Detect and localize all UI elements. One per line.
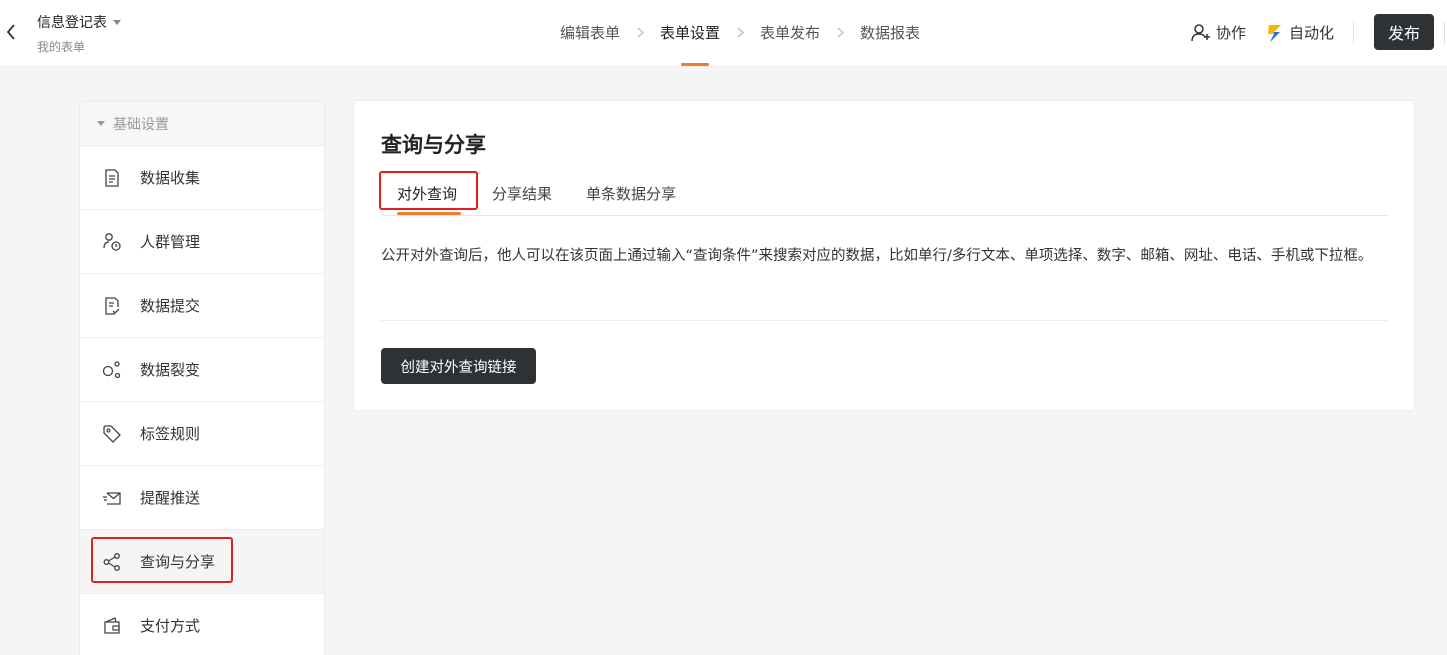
step-form-settings[interactable]: 表单设置 [660, 22, 720, 43]
sidebar-item-reminder-push[interactable]: 提醒推送 [80, 466, 324, 530]
sidebar-item-label: 支付方式 [140, 617, 201, 635]
tab-share-results[interactable]: 分享结果 [492, 183, 552, 204]
sidebar-section-label: 基础设置 [113, 116, 169, 133]
page-title: 查询与分享 [381, 133, 486, 157]
step-form-publish[interactable]: 表单发布 [760, 22, 820, 43]
chevron-right-icon [720, 27, 760, 38]
automation-button[interactable]: 自动化 [1266, 22, 1334, 43]
active-step-indicator [681, 63, 709, 66]
step-data-report[interactable]: 数据报表 [860, 22, 920, 43]
form-subtitle: 我的表单 [37, 40, 86, 54]
sidebar-item-query-share[interactable]: 查询与分享 [80, 530, 324, 594]
divider [1353, 22, 1354, 44]
user-clock-icon [102, 232, 122, 252]
wallet-icon [102, 616, 122, 636]
sidebar-item-audience[interactable]: 人群管理 [80, 210, 324, 274]
query-share-panel: 查询与分享 对外查询 分享结果 单条数据分享 公开对外查询后，他人可以在该页面上… [353, 100, 1415, 411]
collaborate-button[interactable]: 协作 [1190, 22, 1246, 43]
sidebar-item-label: 人群管理 [140, 233, 201, 251]
tab-public-query[interactable]: 对外查询 [397, 183, 457, 204]
sidebar-item-label: 数据收集 [140, 169, 201, 187]
active-tab-indicator [397, 212, 461, 215]
sidebar-item-label: 查询与分享 [140, 553, 216, 571]
sidebar-item-label: 数据裂变 [140, 361, 201, 379]
sidebar-item-label: 标签规则 [140, 425, 201, 443]
chevron-right-icon [820, 27, 860, 38]
top-bar: 信息登记表 我的表单 编辑表单 表单设置 表单发布 数据报表 协作 自动化 发布 [0, 0, 1447, 67]
public-query-description: 公开对外查询后，他人可以在该页面上通过输入“查询条件”来搜索对应的数据，比如单行… [381, 248, 1373, 264]
caret-down-icon [97, 121, 105, 126]
sidebar-item-data-fission[interactable]: 数据裂变 [80, 338, 324, 402]
share-icon [102, 552, 122, 572]
sidebar-item-label: 数据提交 [140, 297, 201, 315]
step-nav: 编辑表单 表单设置 表单发布 数据报表 [560, 22, 920, 43]
create-public-query-link-button[interactable]: 创建对外查询链接 [381, 348, 536, 384]
document-list-icon [102, 168, 122, 188]
sidebar-item-label: 提醒推送 [140, 489, 201, 507]
envelope-send-icon [102, 488, 122, 508]
sidebar-item-data-submit[interactable]: 数据提交 [80, 274, 324, 338]
user-add-icon [1191, 23, 1210, 41]
publish-button[interactable]: 发布 [1374, 14, 1434, 50]
divider [381, 320, 1388, 321]
sidebar-item-payment[interactable]: 支付方式 [80, 594, 324, 655]
step-edit-form[interactable]: 编辑表单 [560, 22, 620, 43]
sidebar-item-data-collection[interactable]: 数据收集 [80, 146, 324, 210]
form-title: 信息登记表 [37, 15, 107, 31]
chevron-left-icon [6, 24, 15, 40]
tab-single-record-share[interactable]: 单条数据分享 [586, 183, 676, 204]
sidebar-section-header[interactable]: 基础设置 [80, 102, 324, 146]
automation-label: 自动化 [1289, 24, 1335, 42]
divider [1444, 22, 1445, 44]
chevron-right-icon [620, 27, 660, 38]
collaborate-label: 协作 [1216, 24, 1247, 42]
tab-bar: 对外查询 分享结果 单条数据分享 [379, 171, 1388, 216]
document-check-icon [102, 296, 122, 316]
back-button[interactable] [2, 20, 20, 44]
settings-sidebar: 基础设置 数据收集 人群管理 数据提交 数据裂变 标签规则 提醒推送 查询与分享… [79, 101, 325, 655]
nodes-icon [102, 360, 122, 380]
sidebar-item-tag-rules[interactable]: 标签规则 [80, 402, 324, 466]
caret-down-icon [113, 19, 121, 25]
lightning-icon [1268, 24, 1281, 42]
tag-icon [102, 424, 122, 444]
form-title-dropdown[interactable]: 信息登记表 [37, 12, 121, 32]
